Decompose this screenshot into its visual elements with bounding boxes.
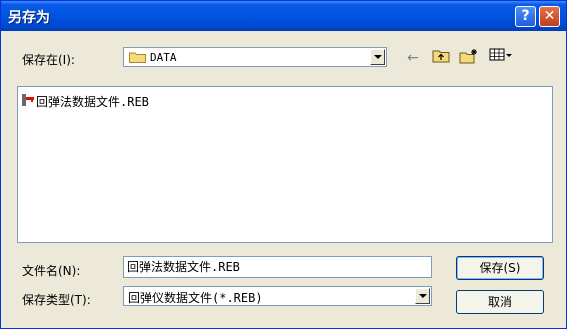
file-type-label: 保存类型(T): (22, 293, 91, 307)
help-button[interactable]: ? (515, 6, 536, 27)
view-menu-icon (489, 48, 512, 61)
up-folder-icon (432, 50, 450, 63)
file-type-dropdown-button[interactable] (415, 288, 430, 304)
file-name-field[interactable] (123, 256, 432, 278)
save-in-label: 保存在(I): (22, 53, 75, 67)
cancel-button[interactable]: 取消 (456, 290, 544, 314)
file-name-input[interactable] (127, 259, 417, 273)
save-in-combo[interactable]: DATA (123, 47, 387, 67)
file-type-value: 回弹仪数据文件(*.REB) (128, 291, 263, 305)
file-name-label: 文件名(N): (22, 264, 81, 278)
view-menu-button[interactable] (487, 48, 515, 68)
close-icon: ✕ (543, 8, 556, 24)
save-button[interactable]: 保存(S) (456, 256, 544, 280)
folder-icon (129, 52, 146, 63)
file-list[interactable]: 回弹法数据文件.REB (17, 86, 553, 243)
save-in-value: DATA (150, 51, 177, 64)
file-type-combo[interactable]: 回弹仪数据文件(*.REB) (123, 286, 432, 306)
back-button[interactable]: ← (403, 48, 423, 68)
close-button[interactable]: ✕ (539, 6, 560, 27)
save-as-dialog: 另存为 ? ✕ 保存在(I): DATA ← 回弹法数据文件.REB 文件名(N… (0, 0, 567, 329)
title-bar[interactable]: 另存为 ? ✕ (1, 1, 566, 31)
file-name-text: 回弹法数据文件.REB (36, 95, 149, 109)
new-folder-button[interactable] (459, 48, 479, 68)
back-arrow-icon: ← (407, 50, 419, 66)
up-folder-button[interactable] (431, 48, 451, 68)
save-in-dropdown-button[interactable] (370, 49, 385, 65)
dialog-title: 另存为 (8, 10, 50, 26)
reb-file-icon (22, 94, 34, 106)
new-folder-icon (459, 49, 477, 64)
help-icon: ? (521, 8, 530, 24)
